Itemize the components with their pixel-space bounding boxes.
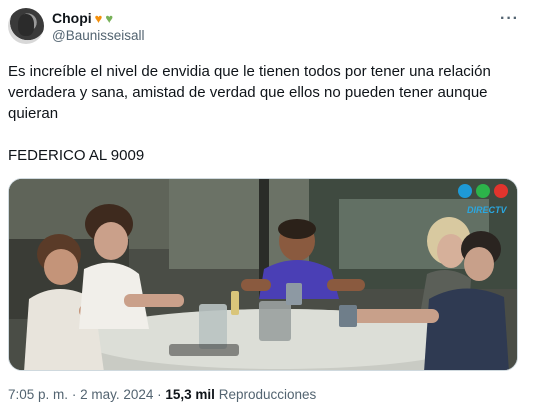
channel-logo-text: DIRECTV [467, 205, 507, 215]
views-count: 15,3 mil [165, 387, 215, 402]
tweet-media-image[interactable]: DIRECTV [8, 178, 518, 371]
meta-separator: · [71, 387, 77, 402]
author-name-row[interactable]: Chopi ♥ ♥ [52, 10, 113, 26]
tweet-text-paragraph: FEDERICO AL 9009 [8, 147, 145, 164]
avatar[interactable] [8, 8, 44, 44]
tweet-text: Es increíble el nivel de envidia que le … [8, 61, 530, 166]
orange-heart-icon: ♥ [94, 10, 103, 26]
tweet-time[interactable]: 7:05 p. m. [8, 387, 68, 402]
tweet-text-paragraph: Es increíble el nivel de envidia que le … [8, 63, 491, 122]
avatar-figure [18, 14, 34, 36]
views-label: Reproducciones [218, 387, 317, 402]
more-options-icon[interactable]: ··· [500, 10, 519, 28]
tweet-meta: 7:05 p. m. · 2 may. 2024 · 15,3 mil Repr… [8, 387, 316, 402]
meta-separator: · [157, 387, 162, 402]
tweet-date[interactable]: 2 may. 2024 [80, 387, 153, 402]
green-heart-icon: ♥ [105, 10, 114, 26]
author-handle[interactable]: @Baunisseisall [52, 28, 145, 43]
tweet-card[interactable]: Chopi ♥ ♥ @Baunisseisall ··· Es increíbl… [0, 0, 541, 413]
tv-broadcast-photo: DIRECTV [9, 179, 517, 370]
author-display-name[interactable]: Chopi [52, 10, 92, 26]
